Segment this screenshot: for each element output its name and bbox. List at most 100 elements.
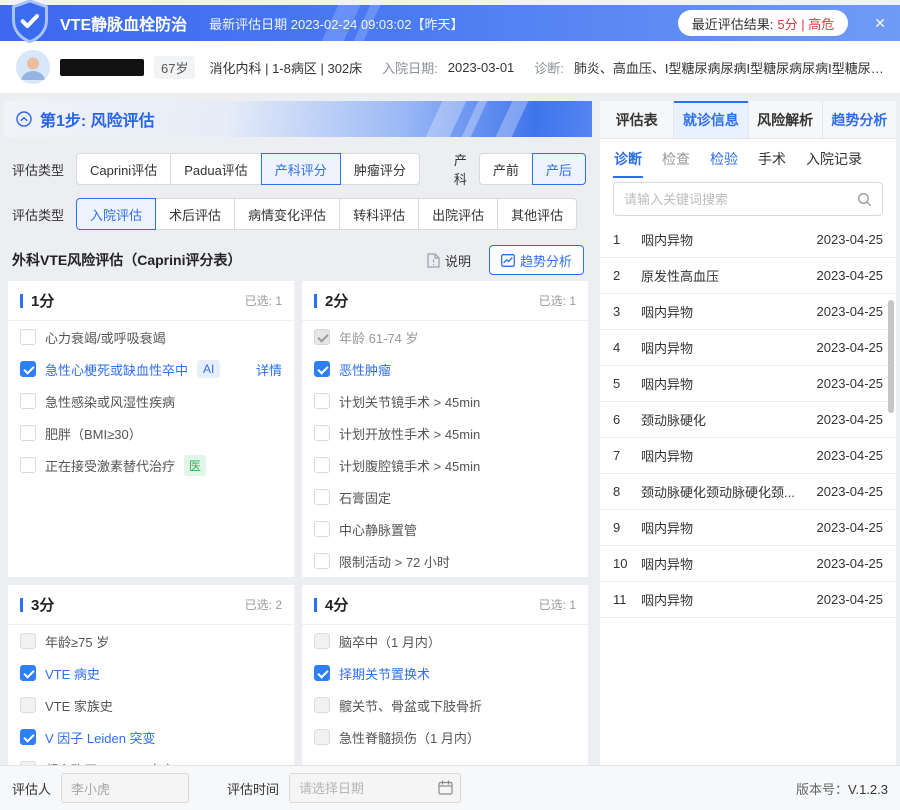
- caprini-item[interactable]: 恶性肿瘤: [302, 353, 588, 385]
- shield-check-icon: [8, 0, 52, 46]
- caprini-item[interactable]: 择期关节置换术: [302, 657, 588, 689]
- section-3point: 3分 已选: 2 年龄≥75 岁 VTE 病史 VTE 家族史 V: [8, 585, 294, 765]
- tab-transfer-assess[interactable]: 转科评估: [339, 198, 419, 230]
- info-tabs: 评估表 就诊信息 风险解析 趋势分析: [600, 101, 896, 139]
- diagnosis-row[interactable]: 1咽内异物2023-04-25: [600, 222, 896, 258]
- tab-visit-info[interactable]: 就诊信息: [674, 101, 748, 138]
- checkbox-unchecked-icon[interactable]: [314, 457, 330, 473]
- caprini-item[interactable]: 肥胖（BMI≥30）: [8, 417, 294, 449]
- caprini-item[interactable]: 计划开放性手术 > 45min: [302, 417, 588, 449]
- version-label: 版本号：: [796, 782, 848, 797]
- assess-type-row-1: 评估类型 Caprini评估 Padua评估 产科评分 肿瘤评分 产科 产前 产…: [12, 150, 584, 188]
- search-icon[interactable]: [857, 192, 872, 207]
- diagnosis-row[interactable]: 11咽内异物2023-04-25: [600, 582, 896, 618]
- checkbox-checked-icon[interactable]: [314, 361, 330, 377]
- section-2point-header: 2分 已选: 1: [302, 281, 588, 321]
- subtab-exam[interactable]: 检查: [661, 140, 691, 178]
- tab-caprini[interactable]: Caprini评估: [76, 153, 171, 185]
- checkbox-unchecked-icon[interactable]: [314, 521, 330, 537]
- tab-condition-change-assess[interactable]: 病情变化评估: [234, 198, 340, 230]
- caprini-item[interactable]: V 因子 Leiden 突变: [8, 721, 294, 753]
- diagnosis-row[interactable]: 6颈动脉硬化2023-04-25: [600, 402, 896, 438]
- checkbox-checked-icon[interactable]: [314, 665, 330, 681]
- selected-count: 已选: 1: [245, 292, 282, 309]
- diagnosis-row[interactable]: 4咽内异物2023-04-25: [600, 330, 896, 366]
- caprini-item[interactable]: 心力衰竭/或呼吸衰竭: [8, 321, 294, 353]
- checkbox-checked-icon[interactable]: [20, 361, 36, 377]
- caprini-item[interactable]: 正在接受激素替代治疗 医: [8, 449, 294, 481]
- subtab-lab[interactable]: 检验: [709, 140, 739, 178]
- search-input[interactable]: [624, 192, 857, 207]
- diagnosis-row[interactable]: 7咽内异物2023-04-25: [600, 438, 896, 474]
- checkbox-checked-icon[interactable]: [20, 729, 36, 745]
- checkbox-unchecked-icon[interactable]: [20, 425, 36, 441]
- patient-name-redacted: [60, 59, 144, 76]
- tab-obstetric-score[interactable]: 产科评分: [261, 153, 341, 185]
- caprini-item[interactable]: 中心静脉置管: [302, 513, 588, 545]
- section-4point-header: 4分 已选: 1: [302, 585, 588, 625]
- tab-discharge-assess[interactable]: 出院评估: [418, 198, 498, 230]
- description-button[interactable]: 说明: [427, 251, 471, 270]
- caprini-item[interactable]: VTE 病史: [8, 657, 294, 689]
- checkbox-unchecked-icon[interactable]: [20, 393, 36, 409]
- checkbox-unchecked-icon[interactable]: [20, 457, 36, 473]
- header-streak: [426, 101, 467, 137]
- assess-time-input[interactable]: [289, 773, 461, 803]
- recent-result-value: 5分 | 高危: [777, 14, 834, 33]
- recent-result-label: 最近评估结果:: [692, 14, 774, 33]
- calendar-icon[interactable]: [438, 780, 453, 795]
- checkbox-unchecked-icon[interactable]: [314, 393, 330, 409]
- subtab-diagnosis[interactable]: 诊断: [613, 140, 643, 178]
- section-title: 2分: [314, 290, 348, 311]
- tab-risk-analysis[interactable]: 风险解析: [749, 101, 823, 138]
- checkbox-unchecked-icon[interactable]: [314, 553, 330, 569]
- caprini-item[interactable]: 石膏固定: [302, 481, 588, 513]
- diagnosis-row[interactable]: 10咽内异物2023-04-25: [600, 546, 896, 582]
- diagnosis-row[interactable]: 8颈动脉硬化颈动脉硬化颈...2023-04-25: [600, 474, 896, 510]
- tab-assessment-table[interactable]: 评估表: [600, 101, 674, 138]
- tab-admission-assess[interactable]: 入院评估: [76, 198, 156, 230]
- diagnosis-row[interactable]: 3咽内异物2023-04-25: [600, 294, 896, 330]
- detail-link[interactable]: 详情: [256, 360, 282, 379]
- diagnosis-row[interactable]: 9咽内异物2023-04-25: [600, 510, 896, 546]
- recent-result-badge: 最近评估结果: 5分 | 高危: [678, 10, 848, 36]
- assess-type-label: 评估类型: [12, 205, 64, 224]
- close-icon[interactable]: ✕: [874, 16, 886, 30]
- tab-padua[interactable]: Padua评估: [170, 153, 262, 185]
- tab-prenatal[interactable]: 产前: [479, 153, 533, 185]
- diagnosis-row[interactable]: 5咽内异物2023-04-25: [600, 366, 896, 402]
- checkbox-unchecked-icon[interactable]: [314, 425, 330, 441]
- description-button-label: 说明: [445, 251, 471, 270]
- step-collapse-icon[interactable]: [16, 111, 32, 127]
- diagnosis-row[interactable]: 2原发性高血压2023-04-25: [600, 258, 896, 294]
- section-title: 4分: [314, 594, 348, 615]
- caprini-item[interactable]: 急性感染或风湿性疾病: [8, 385, 294, 417]
- assessor-input[interactable]: [61, 773, 189, 803]
- checkbox-unchecked-icon[interactable]: [20, 329, 36, 345]
- tab-trend-analysis[interactable]: 趋势分析: [823, 101, 896, 138]
- subtab-surgery[interactable]: 手术: [757, 140, 787, 178]
- tab-postnatal[interactable]: 产后: [532, 153, 586, 185]
- section-4point: 4分 已选: 1 脑卒中（1 月内） 择期关节置换术 髋关节、骨盆或下肢骨折: [302, 585, 588, 765]
- caprini-item[interactable]: 限制活动 > 72 小时: [302, 545, 588, 577]
- tab-other-assess[interactable]: 其他评估: [497, 198, 577, 230]
- caprini-item[interactable]: 急性心梗死或缺血性卒中 AI 详情: [8, 353, 294, 385]
- admit-date-value: 2023-03-01: [448, 60, 515, 75]
- patient-dept-ward-bed: 消化内科 | 1-8病区 | 302床: [209, 58, 362, 77]
- caprini-title-row: 外科VTE风险评估（Caprini评分表） 说明 趋势分析: [12, 245, 584, 275]
- checkbox-unchecked-icon[interactable]: [314, 489, 330, 505]
- scrollbar-thumb[interactable]: [888, 300, 894, 413]
- subtab-admission-record[interactable]: 入院记录: [805, 140, 863, 178]
- caprini-item[interactable]: 计划关节镜手术 > 45min: [302, 385, 588, 417]
- trend-analysis-button[interactable]: 趋势分析: [489, 245, 584, 275]
- bottom-bar: 评估人 评估时间 版本号：V.1.2.3: [0, 765, 900, 810]
- checkbox-checked-icon[interactable]: [20, 665, 36, 681]
- selected-count: 已选: 1: [539, 596, 576, 613]
- tab-tumor-score[interactable]: 肿瘤评分: [340, 153, 420, 185]
- caprini-item[interactable]: 计划腹腔镜手术 > 45min: [302, 449, 588, 481]
- section-1point-header: 1分 已选: 1: [8, 281, 294, 321]
- tab-postop-assess[interactable]: 术后评估: [155, 198, 235, 230]
- assess-time-label: 评估时间: [227, 779, 279, 798]
- caprini-item: 年龄 61-74 岁: [302, 321, 588, 353]
- caprini-sections: 1分 已选: 1 心力衰竭/或呼吸衰竭 急性心梗死或缺血性卒中 AI 详情 急性…: [8, 281, 588, 765]
